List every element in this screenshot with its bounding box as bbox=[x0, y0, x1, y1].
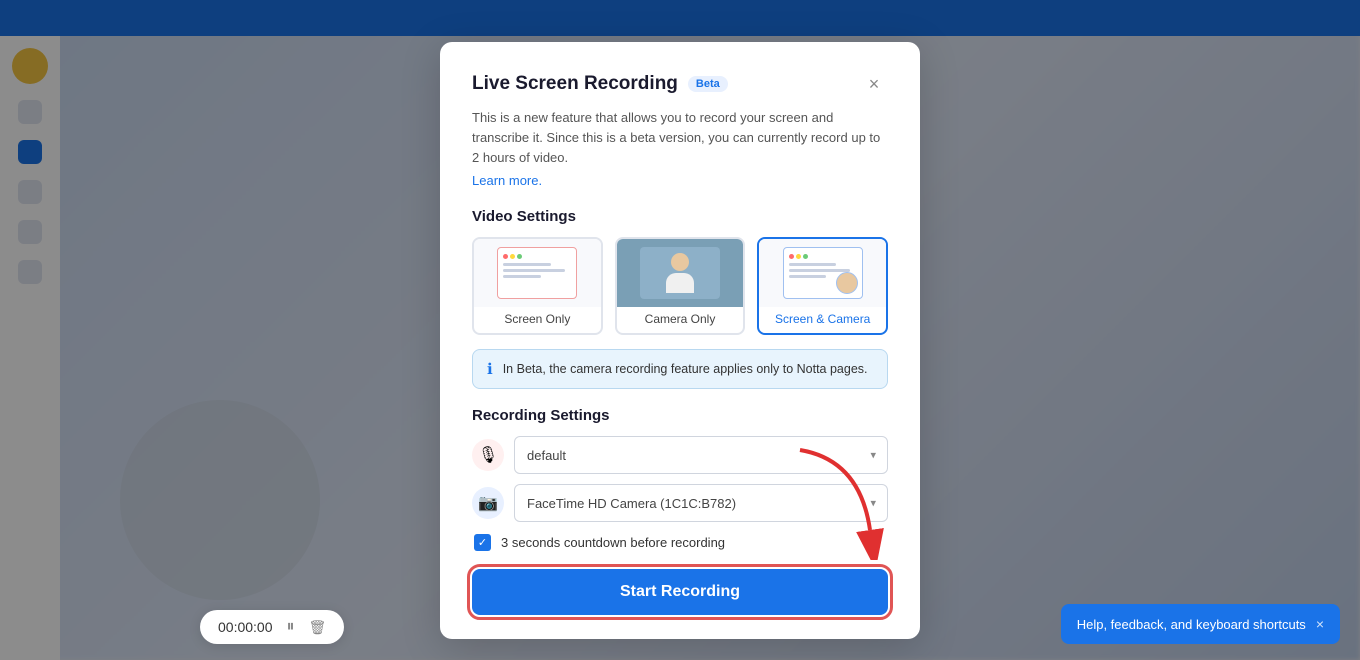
dot-yellow bbox=[510, 254, 515, 259]
delete-icon[interactable]: 🗑 bbox=[309, 619, 327, 636]
dot-red-2 bbox=[789, 254, 794, 259]
line-1b bbox=[789, 263, 837, 266]
thumb-dots-2 bbox=[789, 254, 857, 259]
thumb-person bbox=[662, 247, 698, 299]
checkbox-check-icon: ✓ bbox=[478, 536, 487, 549]
live-screen-recording-modal: Live Screen Recording Beta × This is a n… bbox=[440, 42, 920, 639]
countdown-row: ✓ 3 seconds countdown before recording bbox=[472, 534, 888, 551]
person-body bbox=[666, 273, 694, 293]
notification-close-button[interactable]: × bbox=[1316, 616, 1324, 632]
screen-camera-label: Screen & Camera bbox=[759, 307, 886, 333]
close-icon: × bbox=[869, 74, 880, 95]
dot-green-2 bbox=[803, 254, 808, 259]
video-options: Screen Only Camera Only bbox=[472, 237, 888, 335]
modal-description: This is a new feature that allows you to… bbox=[472, 108, 888, 168]
camera-only-thumb bbox=[617, 239, 744, 307]
screen-camera-thumb bbox=[759, 239, 886, 307]
camera-thumb-img bbox=[640, 247, 720, 299]
modal-close-button[interactable]: × bbox=[860, 70, 888, 98]
modal-title: Live Screen Recording bbox=[472, 73, 678, 95]
line-3 bbox=[503, 275, 540, 278]
camera-select[interactable]: FaceTime HD Camera (1C1C:B782) bbox=[514, 484, 888, 522]
thumb-dots bbox=[503, 254, 571, 259]
camera-select-wrap: FaceTime HD Camera (1C1C:B782) ▾ bbox=[514, 484, 888, 522]
modal-title-row: Live Screen Recording Beta bbox=[472, 73, 728, 95]
pause-icon[interactable]: ⏸ bbox=[287, 618, 295, 636]
screen-thumb-img bbox=[497, 247, 577, 299]
start-recording-button[interactable]: Start Recording bbox=[472, 569, 888, 615]
notification-text: Help, feedback, and keyboard shortcuts bbox=[1077, 617, 1306, 632]
overlay-face bbox=[841, 277, 853, 289]
line-2 bbox=[503, 269, 564, 272]
dot-green bbox=[517, 254, 522, 259]
mic-setting-row: 🎙 default ▾ bbox=[472, 436, 888, 474]
screen-only-thumb bbox=[474, 239, 601, 307]
line-1 bbox=[503, 263, 551, 266]
learn-more-link[interactable]: Learn more. bbox=[472, 173, 542, 188]
dot-red bbox=[503, 254, 508, 259]
camera-only-label: Camera Only bbox=[617, 307, 744, 333]
person-head bbox=[671, 253, 689, 271]
countdown-label: 3 seconds countdown before recording bbox=[501, 535, 725, 550]
line-3b bbox=[789, 275, 826, 278]
timer-display: 00:00:00 bbox=[218, 619, 273, 635]
dot-yellow-2 bbox=[796, 254, 801, 259]
camera-only-option[interactable]: Camera Only bbox=[615, 237, 746, 335]
screen-camera-option[interactable]: Screen & Camera bbox=[757, 237, 888, 335]
screen-only-label: Screen Only bbox=[474, 307, 601, 333]
info-icon: ℹ bbox=[487, 360, 493, 378]
thumb-lines bbox=[503, 263, 571, 278]
beta-badge: Beta bbox=[688, 76, 728, 92]
mic-icon: 🎙 bbox=[472, 439, 504, 471]
countdown-checkbox[interactable]: ✓ bbox=[474, 534, 491, 551]
info-box-text: In Beta, the camera recording feature ap… bbox=[503, 362, 868, 376]
camera-setting-row: 📷 FaceTime HD Camera (1C1C:B782) ▾ bbox=[472, 484, 888, 522]
video-settings-label: Video Settings bbox=[472, 208, 888, 225]
screen-only-option[interactable]: Screen Only bbox=[472, 237, 603, 335]
recording-settings-label: Recording Settings bbox=[472, 407, 888, 424]
line-2b bbox=[789, 269, 850, 272]
cam-overlay bbox=[836, 272, 858, 294]
timer-bar: 00:00:00 ⏸ 🗑 bbox=[200, 610, 344, 644]
modal-header: Live Screen Recording Beta × bbox=[472, 70, 888, 98]
mic-select-wrap: default ▾ bbox=[514, 436, 888, 474]
camera-icon: 📷 bbox=[472, 487, 504, 519]
bottom-notification: Help, feedback, and keyboard shortcuts × bbox=[1061, 604, 1340, 644]
mic-select[interactable]: default bbox=[514, 436, 888, 474]
info-box: ℹ In Beta, the camera recording feature … bbox=[472, 349, 888, 389]
screen-cam-img bbox=[783, 247, 863, 299]
